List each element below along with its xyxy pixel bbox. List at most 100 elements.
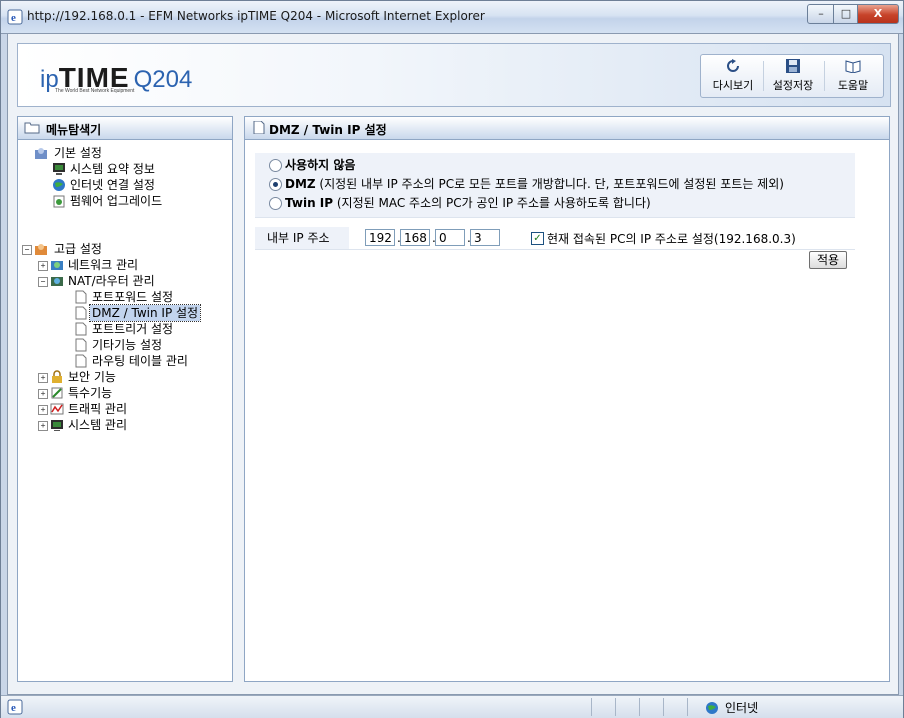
tree-item-label: 포트포워드 설정 (92, 290, 174, 304)
tree-group-traffic[interactable]: + 트래픽 관리 (38, 401, 188, 417)
collapse-toggle[interactable]: − (22, 245, 32, 255)
status-divider (615, 698, 616, 716)
apply-button[interactable]: 적용 (809, 251, 847, 269)
traffic-icon (50, 403, 64, 415)
title-bar[interactable]: e http://192.168.0.1 - EFM Networks ipTI… (1, 1, 903, 34)
close-button[interactable]: X (857, 4, 899, 24)
ip-octet-4-input[interactable]: 3 (470, 229, 500, 246)
ie-icon: e (7, 9, 23, 25)
minimize-button[interactable]: – (807, 4, 835, 24)
tree-item-misc[interactable]: 기타기능 설정 (74, 337, 224, 353)
tree-item-system-summary[interactable]: 시스템 요약 정보 (52, 161, 202, 177)
mode-options: 사용하지 않음 DMZ (지정된 내부 IP 주소의 PC로 모든 포트를 개방… (255, 153, 855, 218)
option-desc: (지정된 MAC 주소의 PC가 공인 IP 주소를 사용하도록 합니다) (333, 196, 651, 210)
page-icon (75, 290, 87, 304)
advanced-folder-icon (35, 244, 47, 255)
window-title: http://192.168.0.1 - EFM Networks ipTIME… (27, 9, 485, 23)
status-divider (663, 698, 664, 716)
network-icon (51, 261, 63, 270)
logo-tagline: The World Best Network Equipment (55, 88, 135, 94)
logo-model: Q204 (133, 66, 193, 93)
tree-basic-settings[interactable]: 기본 설정 (34, 145, 154, 161)
tree-item-port-trigger[interactable]: 포트트리거 설정 (74, 321, 224, 337)
tree-group-security[interactable]: + 보안 기능 (38, 369, 188, 385)
page-content: ipTIME Q204 The World Best Network Equipm… (7, 33, 899, 695)
save-label: 설정저장 (772, 79, 814, 92)
tree-item-dmz-twinip[interactable]: DMZ / Twin IP 설정 (74, 304, 224, 322)
status-divider (687, 698, 688, 716)
radio-disabled[interactable] (269, 159, 282, 172)
security-zone[interactable]: 인터넷 (705, 699, 758, 716)
tree-group-network[interactable]: + 네트워크 관리 (38, 257, 188, 273)
option-dmz[interactable]: DMZ (지정된 내부 IP 주소의 PC로 모든 포트를 개방합니다. 단, … (269, 176, 829, 192)
reload-button[interactable]: 다시보기 (705, 57, 761, 95)
option-label: Twin IP (285, 196, 334, 210)
monitor-icon (53, 163, 65, 175)
tree-advanced-label: 고급 설정 (54, 242, 102, 256)
tree-group-special[interactable]: + 특수기능 (38, 385, 188, 401)
radio-dmz[interactable] (269, 178, 282, 191)
tree-group-nat-router[interactable]: − NAT/라우터 관리 (38, 273, 208, 289)
ip-octet-3-input[interactable]: 0 (435, 229, 465, 246)
tree-item-label: 기타기능 설정 (92, 338, 163, 352)
dmz-panel-header: DMZ / Twin IP 설정 (245, 117, 889, 140)
ip-octet-1-input[interactable]: 192 (365, 229, 395, 246)
menu-explorer-panel: 메뉴탐색기 기본 설정 시스템 요약 정보 인터넷 연결 설정 펌웨어 업그레이… (17, 116, 233, 682)
reload-icon (727, 59, 739, 72)
tree-item-label: 라우팅 테이블 관리 (92, 354, 188, 368)
tree-item-port-forward[interactable]: 포트포워드 설정 (74, 289, 224, 305)
tree-item-internet-setup[interactable]: 인터넷 연결 설정 (52, 177, 202, 193)
tree-group-system[interactable]: + 시스템 관리 (38, 417, 188, 433)
tree-basic-label: 기본 설정 (54, 146, 102, 160)
tree-item-label: 펌웨어 업그레이드 (70, 194, 163, 208)
page-status-icon: e (7, 699, 23, 715)
globe-icon (706, 702, 718, 714)
save-settings-button[interactable]: 설정저장 (763, 57, 823, 95)
tree-group-label: NAT/라우터 관리 (68, 274, 155, 288)
page-icon (75, 338, 87, 352)
help-button[interactable]: 도움말 (825, 57, 881, 95)
tools-icon (51, 387, 63, 399)
tree-item-label: 포트트리거 설정 (92, 322, 174, 336)
svg-text:e: e (11, 702, 16, 714)
maximize-button[interactable]: □ (833, 4, 859, 24)
tree-group-label: 특수기능 (68, 386, 113, 400)
floppy-icon (786, 59, 800, 73)
expand-toggle[interactable]: + (38, 421, 48, 431)
collapse-toggle[interactable]: − (38, 277, 48, 287)
page-icon (75, 306, 87, 320)
expand-toggle[interactable]: + (38, 389, 48, 399)
tree-group-label: 시스템 관리 (68, 418, 128, 432)
settings-folder-icon (35, 148, 47, 159)
use-current-ip-label: 현재 접속된 PC의 IP 주소로 설정(192.168.0.3) (547, 232, 796, 246)
internal-ip-label: 내부 IP 주소 (255, 227, 349, 249)
tree-advanced-settings[interactable]: − 고급 설정 (22, 241, 152, 257)
use-current-ip-checkbox[interactable]: ✓ (531, 232, 544, 245)
radio-twin-ip[interactable] (269, 197, 282, 210)
ip-octet-2-input[interactable]: 168 (400, 229, 430, 246)
lock-icon (52, 370, 62, 383)
page-icon (75, 322, 87, 336)
help-label: 도움말 (837, 79, 869, 92)
expand-toggle[interactable]: + (38, 405, 48, 415)
status-divider (639, 698, 640, 716)
upgrade-icon (53, 195, 65, 208)
globe-icon (53, 179, 65, 191)
page-header: ipTIME Q204 The World Best Network Equipm… (17, 43, 891, 107)
option-disabled[interactable]: 사용하지 않음 (269, 157, 829, 173)
tree-item-firmware-upgrade[interactable]: 펌웨어 업그레이드 (52, 193, 202, 209)
option-label: DMZ (285, 177, 316, 191)
page-title: DMZ / Twin IP 설정 (269, 123, 387, 137)
option-twin-ip[interactable]: Twin IP (지정된 MAC 주소의 PC가 공인 IP 주소를 사용하도록… (269, 195, 829, 211)
tree-item-label-selected: DMZ / Twin IP 설정 (88, 304, 202, 322)
tree-item-label: 시스템 요약 정보 (70, 162, 155, 176)
expand-toggle[interactable]: + (38, 261, 48, 271)
tree-group-label: 네트워크 관리 (68, 258, 139, 272)
menu-explorer-header: 메뉴탐색기 (18, 117, 232, 140)
header-toolbar: 다시보기 설정저장 도움말 (700, 54, 884, 98)
router-icon (51, 277, 63, 286)
folder-icon (24, 122, 40, 134)
expand-toggle[interactable]: + (38, 373, 48, 383)
tree-item-routing-table[interactable]: 라우팅 테이블 관리 (74, 353, 224, 369)
status-divider (591, 698, 592, 716)
